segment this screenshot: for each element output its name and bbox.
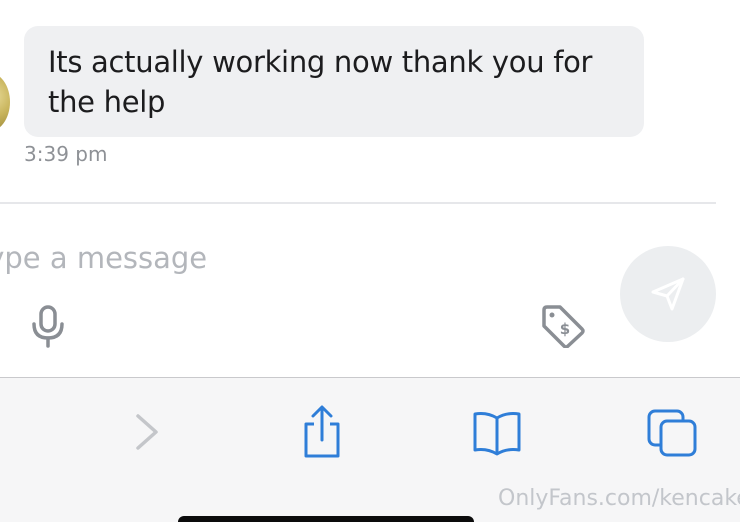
share-icon[interactable] (300, 404, 344, 460)
microphone-icon[interactable] (28, 304, 68, 348)
watermark-text: OnlyFans.com/kencake (498, 486, 740, 511)
tabs-icon[interactable] (646, 404, 702, 460)
send-button[interactable] (620, 246, 716, 342)
home-indicator[interactable] (178, 516, 474, 522)
forward-icon[interactable] (128, 404, 168, 460)
message-bubble[interactable]: Its actually working now thank you for t… (24, 26, 644, 137)
bookmarks-icon[interactable] (470, 404, 524, 460)
svg-text:$: $ (560, 320, 570, 338)
chat-screen: Its actually working now thank you for t… (0, 0, 740, 522)
message-timestamp: 3:39 pm (24, 142, 108, 166)
message-input[interactable] (0, 234, 554, 282)
price-tag-icon[interactable]: $ (540, 304, 586, 348)
avatar[interactable] (0, 72, 10, 132)
composer-divider (0, 202, 716, 204)
send-icon (651, 277, 685, 311)
message-text: Its actually working now thank you for t… (48, 45, 593, 119)
